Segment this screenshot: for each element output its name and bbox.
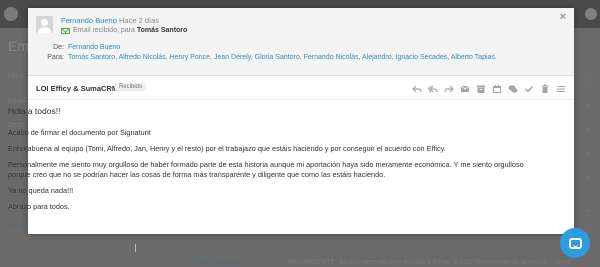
chevron-down-icon[interactable]: ⌄: [584, 73, 594, 83]
email-paragraph: Personalmente me siento muy orgulloso de…: [8, 160, 524, 179]
email-greeting: Hola a todos!!: [8, 106, 61, 116]
page-title: Em: [8, 38, 29, 54]
app-logo: [4, 7, 18, 21]
email-row-sender[interactable]: Gloria Santoro: [195, 259, 240, 266]
from-value[interactable]: Fernando Bueno: [68, 44, 120, 51]
mail-icon[interactable]: [459, 83, 470, 94]
envelope-in-icon: [61, 27, 70, 34]
subject-bar: LOI Efficy & SumaCRM Recibido: [28, 76, 574, 100]
archive-icon[interactable]: [475, 83, 486, 94]
to-value[interactable]: Tomás Santoro, Alfredo Nicolás, Henry Po…: [68, 54, 495, 61]
avatar: [36, 16, 53, 33]
chat-bubbles-icon[interactable]: [507, 83, 518, 94]
chevron-down-icon[interactable]: ⌄: [584, 170, 594, 180]
calendar-icon[interactable]: [491, 83, 502, 94]
user-avatar[interactable]: [585, 8, 597, 20]
check-icon[interactable]: [523, 83, 534, 94]
text-cursor: [135, 244, 136, 252]
manage-link[interactable]: Geste: [8, 222, 27, 229]
chat-icon: [568, 237, 582, 249]
received-to: Tomás Santoro: [136, 27, 188, 34]
time-ago: Hace 2 días: [118, 16, 160, 25]
forward-icon[interactable]: [443, 83, 454, 94]
email-row-subject[interactable]: Re: URGENTE: Socios necesito que volváis…: [288, 259, 546, 266]
chevron-down-icon[interactable]: ⌄: [584, 146, 594, 156]
from-label: De:: [53, 44, 64, 51]
reply-icon[interactable]: [411, 83, 422, 94]
status-badge: Recibido: [115, 83, 147, 91]
email-header: Fernando Bueno Hace 2 días Email recibid…: [28, 8, 574, 76]
filter-email-label: Email: [8, 98, 26, 105]
email-paragraph: Ya no queda nada!!!: [8, 186, 74, 195]
trash-icon[interactable]: [539, 83, 550, 94]
from-field: De: Fernando Bueno: [36, 44, 120, 51]
received-text: Email recibido, para: [73, 27, 135, 34]
email-paragraph: Abrazo para todos.: [8, 202, 70, 211]
support-chat-button[interactable]: [560, 228, 590, 258]
to-field: Para: Tomás Santoro, Alfredo Nicolás, Hen…: [36, 54, 495, 61]
chevron-down-icon[interactable]: ⌄: [584, 204, 594, 214]
chevron-down-icon[interactable]: ⌄: [584, 98, 594, 108]
received-line: Email recibido, para Tomás Santoro: [61, 27, 187, 34]
email-body: Hola a todos!! Acabo de firmar el docume…: [8, 106, 538, 218]
to-label: Para:: [47, 54, 64, 61]
email-paragraph: Enhorabuena al equipo (Tomi, Alfredo, Ja…: [8, 144, 446, 153]
sender-name[interactable]: Fernando Bueno: [61, 16, 117, 25]
close-icon[interactable]: ×: [560, 11, 566, 23]
email-paragraph: Acabo de firmar el documento por Signatu…: [8, 128, 151, 137]
email-subject: LOI Efficy & SumaCRM: [36, 84, 119, 93]
email-row-date: Ayer: [556, 259, 571, 266]
chevron-down-icon[interactable]: ⌄: [584, 122, 594, 132]
reply-all-icon[interactable]: [427, 83, 438, 94]
email-toolbar: [411, 83, 566, 94]
filter-label: Filtra: [8, 73, 24, 80]
sender-line: Fernando Bueno Hace 2 días: [61, 16, 159, 25]
menu-icon[interactable]: [555, 83, 566, 94]
